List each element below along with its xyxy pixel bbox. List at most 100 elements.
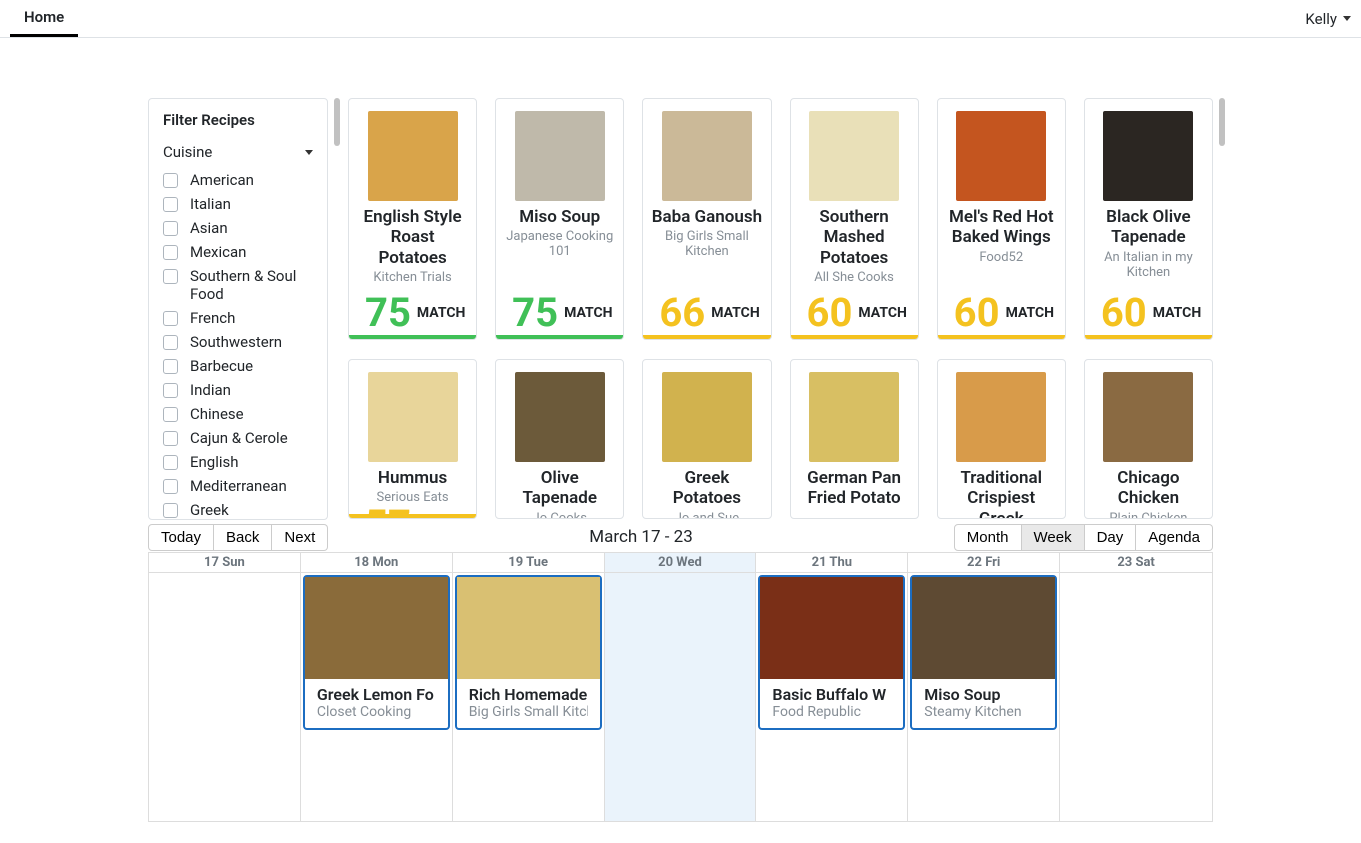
event-card[interactable]: Greek Lemon FoCloset Cooking xyxy=(303,575,450,730)
recipe-image xyxy=(368,372,458,462)
scrollbar-thumb[interactable] xyxy=(1219,98,1225,146)
recipe-source: All She Cooks xyxy=(814,270,894,285)
cuisine-header[interactable]: Cuisine xyxy=(163,143,313,161)
cuisine-item[interactable]: Mediterranean xyxy=(163,477,313,495)
filter-wrap: Filter Recipes Cuisine American Italian As… xyxy=(148,98,328,520)
cuisine-item[interactable]: Barbecue xyxy=(163,357,313,375)
calendar-cell[interactable]: Rich HomemadeBig Girls Small Kitch xyxy=(453,573,605,821)
checkbox[interactable] xyxy=(163,383,178,398)
checkbox[interactable] xyxy=(163,335,178,350)
recipe-name: Black Olive Tapenade xyxy=(1091,207,1206,248)
calendar-day-header[interactable]: 17 Sun xyxy=(149,553,301,572)
recipe-card[interactable]: Southern Mashed PotatoesAll She Cooks60M… xyxy=(790,98,919,340)
event-card[interactable]: Rich HomemadeBig Girls Small Kitch xyxy=(455,575,602,730)
view-agenda[interactable]: Agenda xyxy=(1136,524,1213,551)
checkbox[interactable] xyxy=(163,479,178,494)
chevron-down-icon xyxy=(1343,16,1351,21)
cuisine-item[interactable]: Greek xyxy=(163,501,313,519)
calendar-cell[interactable]: Greek Lemon FoCloset Cooking xyxy=(301,573,453,821)
next-button[interactable]: Next xyxy=(272,524,328,551)
match-bar xyxy=(349,335,476,339)
calendar-cell[interactable] xyxy=(149,573,301,821)
match-score: 66 xyxy=(659,293,705,333)
cuisine-item[interactable]: American xyxy=(163,171,313,189)
event-card[interactable]: Miso SoupSteamy Kitchen xyxy=(910,575,1057,730)
cuisine-item[interactable]: Mexican xyxy=(163,243,313,261)
calendar-cell[interactable]: Miso SoupSteamy Kitchen xyxy=(908,573,1060,821)
event-source: Big Girls Small Kitch xyxy=(469,704,588,720)
cuisine-item[interactable]: Asian xyxy=(163,219,313,237)
recipe-grid: English Style Roast PotatoesKitchen Tria… xyxy=(348,98,1213,520)
match-row: 60MATCH xyxy=(797,293,912,333)
cuisine-item-label: Mexican xyxy=(190,243,246,261)
today-button[interactable]: Today xyxy=(148,524,214,551)
cuisine-item-label: Greek xyxy=(190,501,229,519)
cuisine-item[interactable]: Indian xyxy=(163,381,313,399)
checkbox[interactable] xyxy=(163,455,178,470)
recipe-card[interactable]: HummusSerious Eats57MATCH xyxy=(348,359,477,519)
upper-section: Filter Recipes Cuisine American Italian As… xyxy=(148,98,1213,520)
calendar-grid: 17 Sun18 Mon19 Tue20 Wed21 Thu22 Fri23 S… xyxy=(148,552,1213,822)
cuisine-item[interactable]: French xyxy=(163,309,313,327)
cuisine-item[interactable]: Cajun & Cerole xyxy=(163,429,313,447)
calendar-day-header[interactable]: 21 Thu xyxy=(756,553,908,572)
recipe-card[interactable]: Black Olive TapenadeAn Italian in my Kit… xyxy=(1084,98,1213,340)
cuisine-item[interactable]: Southern & Soul Food xyxy=(163,267,313,303)
recipe-image xyxy=(809,372,899,462)
back-button[interactable]: Back xyxy=(214,524,272,551)
match-score: 60 xyxy=(807,293,853,333)
event-card[interactable]: Basic Buffalo WFood Republic xyxy=(758,575,905,730)
recipe-card[interactable]: Baba GanoushBig Girls Small Kitchen66MAT… xyxy=(642,98,771,340)
calendar-cell[interactable] xyxy=(605,573,757,821)
recipe-card[interactable]: Traditional Crispiest Greek xyxy=(937,359,1066,519)
calendar-cell[interactable] xyxy=(1060,573,1212,821)
match-label: MATCH xyxy=(564,305,612,321)
view-month[interactable]: Month xyxy=(954,524,1022,551)
event-title: Miso Soup xyxy=(924,685,1043,704)
cuisine-item[interactable]: English xyxy=(163,453,313,471)
checkbox[interactable] xyxy=(163,197,178,212)
view-day[interactable]: Day xyxy=(1085,524,1137,551)
checkbox[interactable] xyxy=(163,311,178,326)
calendar-day-header[interactable]: 19 Tue xyxy=(453,553,605,572)
checkbox[interactable] xyxy=(163,245,178,260)
match-row: 60MATCH xyxy=(1091,293,1206,333)
checkbox[interactable] xyxy=(163,431,178,446)
cuisine-item[interactable]: Southwestern xyxy=(163,333,313,351)
recipe-image xyxy=(662,111,752,201)
recipe-scroll-wrap: English Style Roast PotatoesKitchen Tria… xyxy=(348,98,1213,520)
calendar-day-header[interactable]: 23 Sat xyxy=(1060,553,1212,572)
checkbox[interactable] xyxy=(163,269,178,284)
recipe-card[interactable]: Mel's Red Hot Baked WingsFood5260MATCH xyxy=(937,98,1066,340)
nav-home[interactable]: Home xyxy=(10,0,78,37)
calendar-day-header[interactable]: 22 Fri xyxy=(908,553,1060,572)
recipe-card[interactable]: English Style Roast PotatoesKitchen Tria… xyxy=(348,98,477,340)
recipe-card[interactable]: Miso SoupJapanese Cooking 10175MATCH xyxy=(495,98,624,340)
calendar-cell[interactable]: Basic Buffalo WFood Republic xyxy=(756,573,908,821)
calendar-day-header[interactable]: 20 Wed xyxy=(605,553,757,572)
cuisine-item[interactable]: Chinese xyxy=(163,405,313,423)
cuisine-item[interactable]: Italian xyxy=(163,195,313,213)
cuisine-item-label: American xyxy=(190,171,254,189)
match-bar xyxy=(643,335,770,339)
checkbox[interactable] xyxy=(163,503,178,518)
checkbox[interactable] xyxy=(163,221,178,236)
recipe-card[interactable]: German Pan Fried Potato xyxy=(790,359,919,519)
filter-title: Filter Recipes xyxy=(163,111,313,129)
checkbox[interactable] xyxy=(163,173,178,188)
cuisine-item-label: Asian xyxy=(190,219,228,237)
calendar-day-header[interactable]: 18 Mon xyxy=(301,553,453,572)
match-bar xyxy=(938,335,1065,339)
match-label: MATCH xyxy=(711,305,759,321)
event-title: Greek Lemon Fo xyxy=(317,685,436,704)
scrollbar-thumb[interactable] xyxy=(334,98,340,146)
event-text: Miso SoupSteamy Kitchen xyxy=(912,679,1055,728)
user-menu[interactable]: Kelly xyxy=(1305,10,1351,28)
recipe-card[interactable]: Olive TapenadeJo Cooks xyxy=(495,359,624,519)
view-week[interactable]: Week xyxy=(1022,524,1085,551)
recipe-card[interactable]: Greek PotatoesJo and Sue xyxy=(642,359,771,519)
checkbox[interactable] xyxy=(163,359,178,374)
checkbox[interactable] xyxy=(163,407,178,422)
cuisine-item-label: Indian xyxy=(190,381,231,399)
recipe-card[interactable]: Chicago ChickenPlain Chicken xyxy=(1084,359,1213,519)
